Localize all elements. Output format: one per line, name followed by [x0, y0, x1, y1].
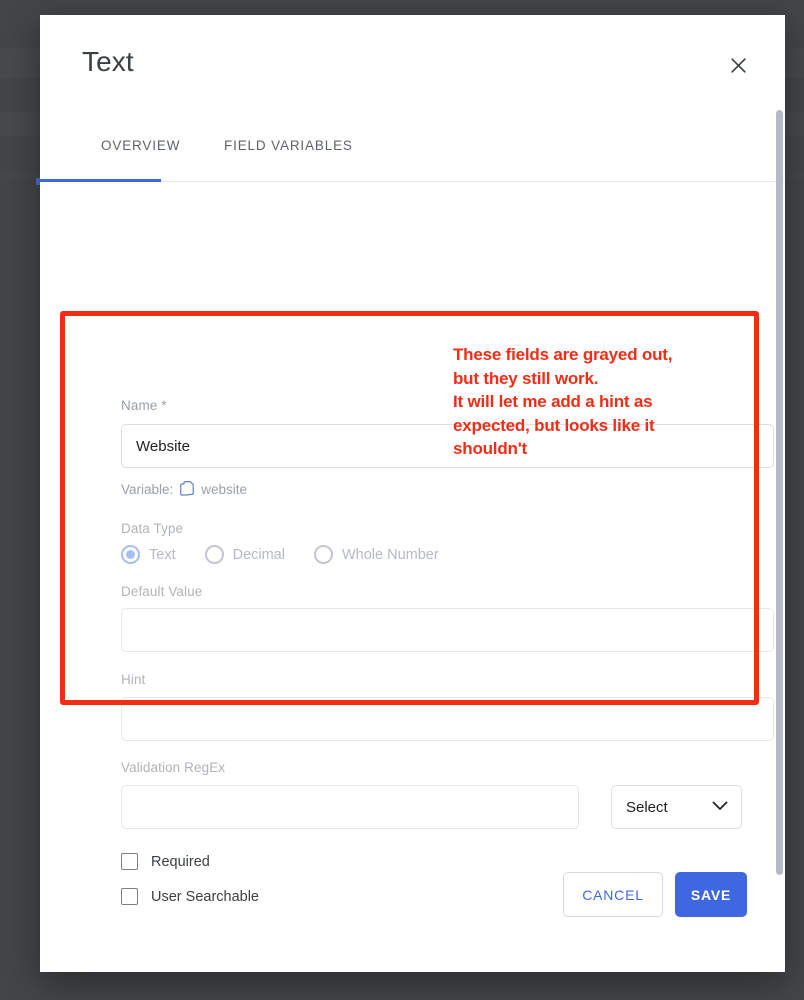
radio-dot-icon	[313, 545, 333, 564]
checkbox-icon	[121, 888, 138, 905]
dialog-footer: CANCEL SAVE	[40, 872, 785, 972]
dialog-header: Text	[40, 15, 785, 120]
checkbox-row-required[interactable]: Required	[121, 844, 259, 879]
checkbox-row-user-searchable[interactable]: User Searchable	[121, 879, 259, 909]
checkbox-icon	[121, 853, 138, 870]
save-button[interactable]: SAVE	[675, 872, 747, 917]
data-type-radio-group: Text Decimal Whole Number	[121, 545, 468, 564]
radio-option-whole-number[interactable]: Whole Number	[313, 545, 439, 564]
radio-dot-icon	[204, 545, 224, 564]
hint-label: Hint	[121, 672, 146, 687]
default-value-label: Default Value	[121, 584, 203, 599]
variable-label: Variable:	[121, 481, 174, 497]
tab-field-variables[interactable]: FIELD VARIABLES	[224, 138, 353, 153]
close-button[interactable]	[721, 48, 755, 82]
regex-select-dropdown[interactable]: Select	[611, 785, 742, 829]
hint-input[interactable]	[121, 697, 774, 741]
data-type-label: Data Type	[121, 521, 184, 536]
field-settings-dialog: Text OVERVIEW FIELD VARIABLES Name * Var…	[40, 15, 785, 972]
validation-regex-input[interactable]	[121, 785, 579, 829]
validation-regex-label: Validation RegEx	[121, 760, 226, 775]
options-checkbox-list: Required User Searchable System Indexed …	[121, 844, 259, 909]
radio-label-whole-number: Whole Number	[341, 546, 439, 563]
dialog-scrollbar[interactable]	[776, 110, 783, 875]
dialog-body: Name * Variable: website Data Type Text …	[40, 182, 785, 909]
name-input[interactable]	[121, 424, 774, 468]
copy-icon[interactable]	[180, 481, 195, 497]
default-value-input[interactable]	[121, 608, 774, 652]
variable-row: Variable: website	[121, 481, 247, 497]
radio-label-text: Text	[149, 546, 176, 563]
chevron-down-icon	[712, 798, 728, 816]
radio-option-decimal[interactable]: Decimal	[204, 545, 285, 564]
radio-option-text[interactable]: Text	[121, 545, 176, 564]
close-icon	[729, 56, 748, 75]
checkbox-label-required: Required	[151, 853, 210, 870]
checkbox-label-user-searchable: User Searchable	[151, 888, 259, 905]
regex-select-value: Select	[626, 798, 668, 816]
name-label: Name *	[121, 398, 167, 413]
radio-label-decimal: Decimal	[232, 546, 285, 563]
tab-bar: OVERVIEW FIELD VARIABLES	[40, 120, 785, 182]
variable-value: website	[201, 481, 248, 497]
page-title: Text	[82, 46, 134, 77]
cancel-button[interactable]: CANCEL	[563, 872, 663, 917]
radio-dot-icon	[121, 545, 140, 564]
tab-overview[interactable]: OVERVIEW	[101, 138, 180, 153]
